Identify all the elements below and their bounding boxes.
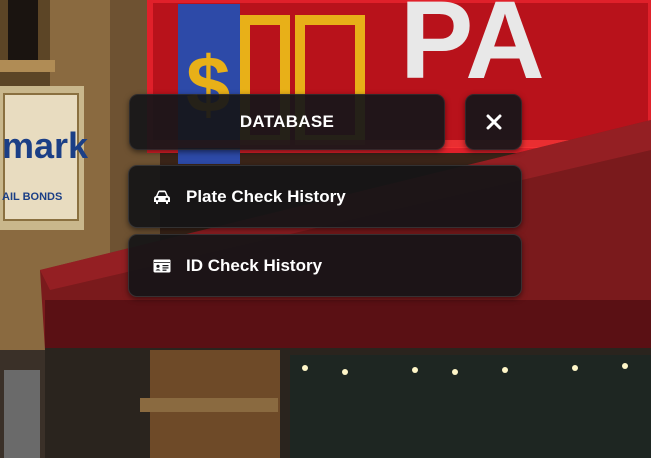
- id-card-icon: [153, 257, 171, 275]
- plate-check-history-button[interactable]: Plate Check History: [128, 165, 522, 228]
- car-icon: [153, 188, 171, 206]
- game-scene: mark AIL BONDS $ PA DATABASE Plate Check…: [0, 0, 651, 458]
- close-button[interactable]: [465, 94, 522, 150]
- database-title-text: DATABASE: [239, 112, 335, 131]
- close-icon: [486, 114, 501, 130]
- database-title: DATABASE: [129, 94, 445, 150]
- database-menu: DATABASE Plate Check History ID Check Hi…: [0, 0, 651, 458]
- plate-check-history-label: Plate Check History: [186, 186, 346, 206]
- id-check-history-button[interactable]: ID Check History: [128, 234, 522, 297]
- id-check-history-label: ID Check History: [186, 255, 323, 275]
